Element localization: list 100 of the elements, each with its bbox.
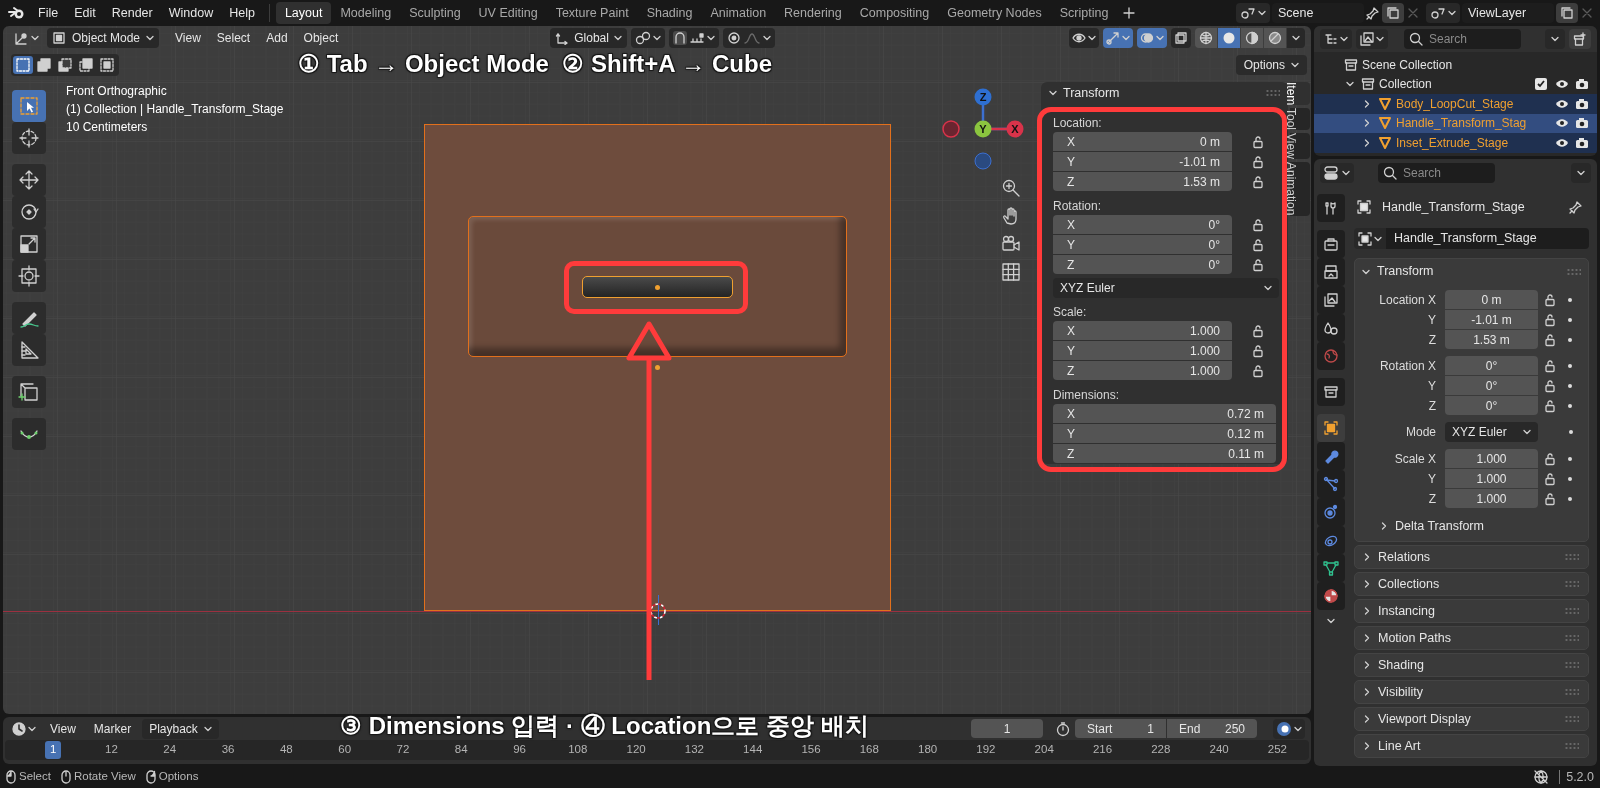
selection-mode-button[interactable] [76, 56, 96, 74]
menu-item[interactable]: File [30, 2, 67, 24]
selection-mode-button[interactable] [97, 56, 117, 74]
number-field[interactable]: Y -1.01 m [1053, 152, 1232, 171]
workspace-tab[interactable]: Animation [701, 2, 776, 24]
number-field[interactable]: Y 0.12 m [1053, 424, 1276, 443]
proportional-edit-button[interactable] [722, 28, 775, 48]
open-lock-icon[interactable] [1252, 154, 1264, 169]
open-lock-icon[interactable] [1544, 358, 1556, 373]
timeline-menu-item[interactable]: Marker [86, 718, 139, 739]
pin-icon[interactable] [1569, 200, 1583, 214]
outliner-row[interactable]: Inset_Extrude_Stage [1314, 133, 1597, 153]
number-field[interactable]: Z 1.53 m [1053, 172, 1232, 191]
panel-header[interactable]: Collections [1354, 572, 1589, 596]
number-field[interactable]: 0 m [1445, 290, 1538, 309]
camera-icon[interactable] [1575, 97, 1589, 110]
workspace-tab[interactable]: Shading [637, 2, 702, 24]
panel-header[interactable]: Line Art [1354, 734, 1589, 758]
disclosure-caret[interactable] [1343, 81, 1357, 88]
viewport-menu-item[interactable]: View [167, 28, 209, 48]
material-shading-button[interactable] [1241, 28, 1263, 48]
open-lock-icon[interactable] [1544, 398, 1556, 413]
open-lock-icon[interactable] [1252, 237, 1264, 252]
search-field[interactable]: Search [1378, 162, 1495, 183]
properties-tab[interactable] [1317, 414, 1345, 442]
menu-item[interactable]: Window [160, 2, 222, 24]
open-lock-icon[interactable] [1252, 257, 1264, 272]
view-layer-selector[interactable] [1426, 3, 1460, 23]
current-frame-field[interactable]: 1 [971, 719, 1043, 738]
workspace-tab[interactable]: Compositing [850, 2, 939, 24]
open-lock-icon[interactable] [1544, 491, 1556, 506]
viewport-menu-item[interactable]: Add [258, 28, 296, 48]
snap-dropdown[interactable] [668, 28, 719, 48]
scene-name-field[interactable]: Scene [1272, 3, 1364, 23]
copy-button[interactable] [1382, 3, 1404, 23]
panel-header[interactable]: Relations [1354, 545, 1589, 569]
datablock-type-button[interactable] [1354, 228, 1386, 249]
number-field[interactable]: 0° [1445, 376, 1538, 395]
panel-header[interactable]: Motion Paths [1354, 626, 1589, 650]
camera-icon[interactable] [1575, 136, 1589, 149]
workspace-tab[interactable]: Texture Paint [546, 2, 638, 24]
eye-icon[interactable] [1555, 98, 1569, 109]
annotate-tool[interactable] [12, 302, 46, 334]
search-field[interactable]: Search [1404, 29, 1521, 49]
cursor-tool[interactable] [12, 122, 46, 154]
open-lock-icon[interactable] [1252, 134, 1264, 149]
mode-dropdown[interactable]: Object Mode [47, 28, 160, 48]
transform-panel-header[interactable]: Transform [1049, 83, 1120, 103]
selection-mode-button[interactable] [13, 56, 33, 74]
copy-button[interactable] [1556, 3, 1578, 23]
number-field[interactable]: Z 0° [1053, 255, 1232, 274]
number-field[interactable]: -1.01 m [1445, 310, 1538, 329]
outliner-row[interactable]: Body_LoopCut_Stage [1314, 94, 1597, 114]
subpanel-header[interactable]: Delta Transform [1381, 515, 1588, 537]
checkbox[interactable] [1535, 78, 1547, 91]
workspace-tab[interactable]: UV Editing [469, 2, 547, 24]
zoom-icon[interactable] [1001, 178, 1021, 198]
menu-item[interactable]: Render [103, 2, 161, 24]
rendered-shading-button[interactable] [1264, 28, 1286, 48]
timeline-menu-item[interactable]: View [43, 718, 83, 739]
number-field[interactable]: X 1.000 [1053, 321, 1232, 340]
filter-dropdown[interactable] [1356, 29, 1388, 49]
options-dropdown[interactable]: Options [1235, 55, 1307, 75]
end-frame-value[interactable]: 250 [1224, 719, 1245, 738]
overlay-button[interactable] [1137, 28, 1167, 48]
workspace-tab[interactable]: Layout [275, 2, 332, 24]
number-field[interactable]: Y 1.000 [1053, 341, 1232, 360]
open-lock-icon[interactable] [1544, 292, 1556, 307]
open-lock-icon[interactable] [1544, 451, 1556, 466]
properties-tab[interactable] [1317, 378, 1345, 406]
viewport-menu-item[interactable]: Select [208, 28, 259, 48]
scene-selector[interactable] [1236, 3, 1270, 23]
number-field[interactable]: Z 1.000 [1053, 361, 1232, 380]
menu-item[interactable]: Edit [66, 2, 104, 24]
gizmo-button[interactable] [1103, 28, 1133, 48]
eye-icon[interactable] [1555, 137, 1569, 148]
add-cube-tool[interactable] [12, 376, 46, 408]
panel-header[interactable]: Visibility [1354, 680, 1589, 704]
open-lock-icon[interactable] [1252, 363, 1264, 378]
properties-tab[interactable] [1317, 194, 1345, 222]
rotation-mode-dropdown[interactable]: XYZ Euler [1445, 422, 1538, 442]
solid-shading-button[interactable] [1218, 28, 1240, 48]
shading-options-button[interactable] [1287, 28, 1305, 48]
open-lock-icon[interactable] [1544, 312, 1556, 327]
view-layer-name-field[interactable]: ViewLayer [1462, 3, 1554, 23]
options-button[interactable] [1571, 162, 1591, 183]
open-lock-icon[interactable] [1252, 217, 1264, 232]
workspace-tab[interactable]: Geometry Nodes [938, 2, 1051, 24]
rotation-mode-dropdown[interactable]: XYZ Euler [1053, 278, 1279, 298]
navigation-gizmo[interactable]: Z Y X [938, 84, 1030, 176]
stopwatch-icon[interactable] [1055, 720, 1071, 737]
grid-icon[interactable] [1001, 262, 1021, 282]
open-lock-icon[interactable] [1252, 323, 1264, 338]
select-box-tool[interactable] [12, 90, 46, 122]
panel-header[interactable]: Shading [1354, 653, 1589, 677]
properties-tab[interactable] [1317, 582, 1345, 610]
workspace-tab[interactable]: Sculpting [400, 2, 470, 24]
eye-icon[interactable] [1555, 79, 1569, 90]
panel-header[interactable]: Viewport Display [1354, 707, 1589, 731]
number-field[interactable]: 1.53 m [1445, 330, 1538, 349]
